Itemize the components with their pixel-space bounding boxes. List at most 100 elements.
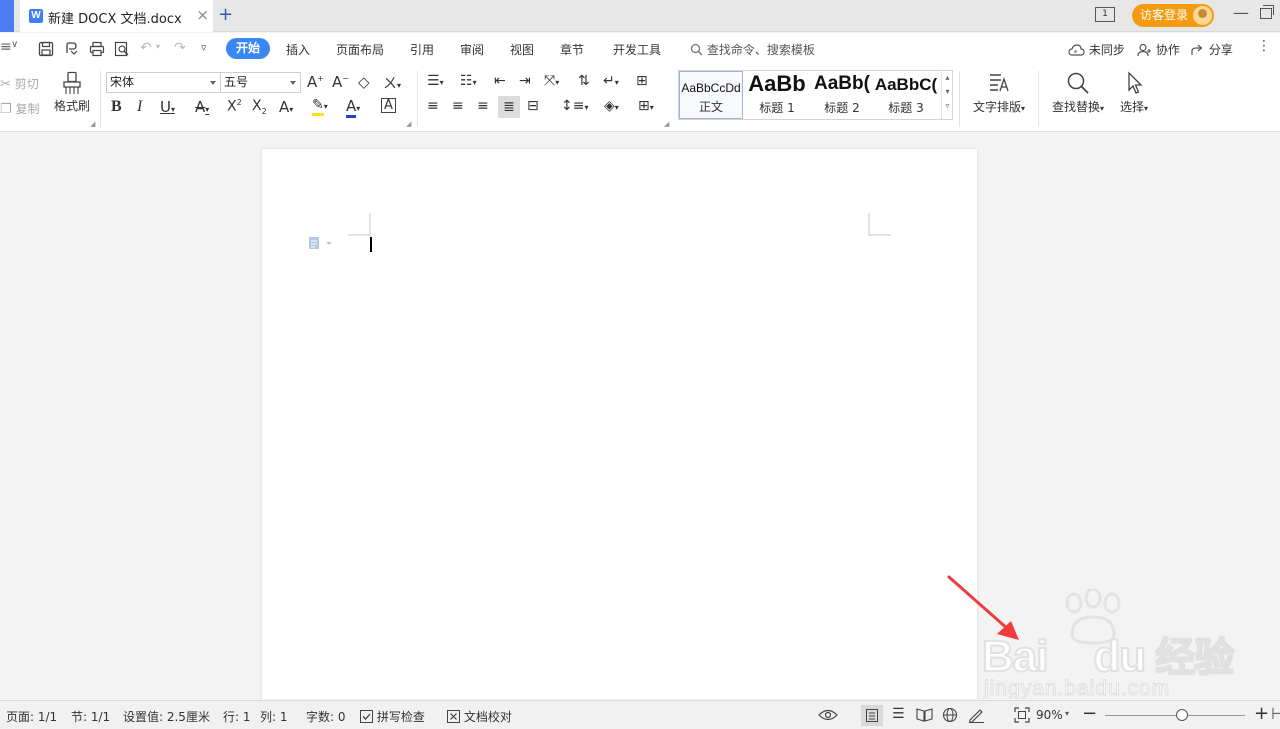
document-workspace[interactable]: Bai du 经验 jingyan.baidu.com — [0, 132, 1280, 699]
tab-section[interactable]: 章节 — [560, 41, 584, 58]
page-view-button[interactable] — [861, 705, 883, 726]
align-center-icon[interactable]: ≡ — [452, 98, 464, 114]
outline-view-icon[interactable]: ☰ — [892, 706, 905, 722]
distributed-align-icon[interactable]: ⊟ — [527, 98, 539, 114]
italic-icon[interactable]: I — [137, 98, 142, 116]
eye-protection-icon[interactable] — [818, 708, 838, 722]
select-button[interactable]: 选择▾ — [1114, 71, 1154, 115]
style-heading-3[interactable]: AaBbC( 标题 3 — [874, 71, 938, 119]
zoom-in-button[interactable]: + — [1254, 703, 1269, 724]
window-count-icon[interactable]: 1 — [1095, 7, 1115, 22]
show-hide-marks-icon[interactable]: ↵▾ — [603, 73, 619, 89]
zoom-dropdown-icon[interactable]: ▾ — [1065, 709, 1069, 718]
zoom-slider-thumb[interactable] — [1176, 709, 1188, 721]
copy-button[interactable]: ❐ 复制 — [0, 100, 40, 117]
web-view-icon[interactable] — [942, 707, 958, 723]
numbered-list-icon[interactable]: ☷▾ — [460, 73, 477, 89]
tab-developer[interactable]: 开发工具 — [613, 41, 661, 58]
decrease-indent-icon[interactable]: ⇤ — [494, 73, 506, 89]
command-search-input[interactable]: 查找命令、搜索模板 — [690, 41, 815, 58]
font-launcher-icon[interactable]: ◢ — [406, 120, 411, 128]
styles-scroll[interactable]: ▴ ▾ ▿ — [941, 71, 953, 119]
app-home-tab[interactable] — [0, 0, 14, 32]
highlight-icon[interactable]: ✎▾ — [312, 97, 328, 116]
doc-proof-button[interactable]: 文档校对 — [447, 708, 512, 725]
styles-scroll-up-icon[interactable]: ▴ — [942, 71, 953, 85]
increase-indent-icon[interactable]: ⇥ — [519, 73, 531, 89]
new-tab-button[interactable]: + — [218, 4, 234, 25]
phonetic-guide-icon[interactable]: ㄨ▾ — [383, 73, 401, 93]
text-layout-button[interactable]: 文字排版▾ — [968, 71, 1030, 115]
line-spacing-icon[interactable]: ↕≡▾ — [561, 98, 588, 114]
close-tab-icon[interactable]: × — [196, 6, 209, 24]
customize-quick-access-icon[interactable]: ▿ — [201, 41, 207, 54]
bold-icon[interactable]: B — [111, 98, 122, 116]
align-right-icon[interactable]: ≡ — [477, 98, 489, 114]
align-left-icon[interactable]: ≡ — [427, 98, 439, 114]
superscript-icon[interactable]: X2 — [227, 98, 242, 115]
character-border-icon[interactable]: A — [381, 98, 396, 113]
fit-page-icon[interactable] — [1014, 707, 1030, 723]
font-name-select[interactable]: 宋体 — [106, 72, 221, 93]
chevron-down-icon[interactable]: ∨ — [11, 39, 18, 50]
font-size-select[interactable]: 五号 — [220, 72, 301, 93]
clipboard-launcher-icon[interactable]: ◢ — [90, 120, 95, 128]
clear-format-icon[interactable]: ◇ — [358, 73, 370, 91]
strikethrough-icon[interactable]: A▾ — [195, 98, 209, 116]
tab-page-layout[interactable]: 页面布局 — [336, 41, 384, 58]
zoom-out-button[interactable]: − — [1082, 703, 1097, 724]
justify-icon[interactable]: ≣ — [498, 96, 520, 118]
write-mode-icon[interactable] — [968, 707, 985, 723]
print-icon[interactable] — [89, 41, 105, 57]
print-preview-icon[interactable] — [114, 41, 130, 57]
styles-expand-icon[interactable]: ▿ — [942, 99, 953, 113]
spell-check-button[interactable]: 拼写检查 — [360, 708, 425, 725]
bullet-list-icon[interactable]: ☰▾ — [427, 73, 444, 89]
find-replace-button[interactable]: 查找替换▾ — [1047, 71, 1109, 115]
share-button[interactable]: 分享 — [1190, 41, 1233, 58]
undo-icon[interactable]: ↶ — [140, 40, 152, 56]
cloud-output-icon[interactable] — [64, 41, 80, 57]
style-heading-1[interactable]: AaBb 标题 1 — [744, 71, 810, 119]
table-tabs-icon[interactable]: ⊞ — [636, 73, 648, 89]
text-effect-icon[interactable]: A▾ — [279, 98, 293, 116]
shrink-font-icon[interactable]: A− — [332, 73, 349, 91]
reading-view-icon[interactable] — [916, 708, 933, 722]
borders-icon[interactable]: ⊞▾ — [638, 98, 654, 114]
zoom-slider[interactable] — [1105, 709, 1245, 721]
more-options-icon[interactable]: ⋮ — [1257, 38, 1271, 54]
sync-button[interactable]: 未同步 — [1068, 41, 1125, 58]
format-painter-button[interactable]: 格式刷 — [52, 71, 92, 114]
underline-icon[interactable]: U▾ — [160, 98, 175, 116]
document-page[interactable] — [262, 149, 977, 699]
tab-view[interactable]: 视图 — [510, 41, 534, 58]
paragraph-options-icon[interactable] — [308, 235, 334, 251]
style-normal[interactable]: AaBbCcDd 正文 — [679, 71, 743, 119]
grow-font-icon[interactable]: A+ — [307, 73, 324, 91]
tab-insert[interactable]: 插入 — [286, 41, 310, 58]
restore-window-button[interactable] — [1260, 5, 1274, 19]
tab-references[interactable]: 引用 — [410, 41, 434, 58]
font-color-icon[interactable]: A▾ — [346, 97, 360, 118]
zoom-level[interactable]: 90% — [1036, 708, 1063, 722]
setting-value[interactable]: 设置值: 2.5厘米 — [123, 708, 210, 725]
cut-button[interactable]: ✂ 剪切 — [0, 75, 39, 92]
paragraph-launcher-icon[interactable]: ◢ — [664, 120, 669, 128]
collab-button[interactable]: 协作 — [1137, 41, 1180, 58]
guest-login-button[interactable]: 访客登录 — [1132, 4, 1214, 27]
chinese-layout-icon[interactable]: ⤧▾ — [544, 73, 559, 89]
minimize-window-button[interactable]: — — [1233, 3, 1249, 22]
page-count[interactable]: 页面: 1/1 — [6, 708, 57, 725]
save-icon[interactable] — [38, 41, 54, 57]
redo-icon[interactable]: ↷ — [174, 40, 186, 56]
section-count[interactable]: 节: 1/1 — [71, 708, 110, 725]
tab-start[interactable]: 开始 — [226, 38, 270, 59]
style-heading-2[interactable]: AaBb( 标题 2 — [810, 71, 874, 119]
document-tab[interactable]: W 新建 DOCX 文档.docx × — [20, 0, 213, 32]
menu-dropdown-icon[interactable]: ≡ — [0, 39, 12, 55]
status-more-icon[interactable]: ⊢ — [1271, 704, 1280, 723]
styles-scroll-down-icon[interactable]: ▾ — [942, 85, 953, 99]
sort-icon[interactable]: ⇅ — [578, 73, 590, 89]
tab-review[interactable]: 审阅 — [460, 41, 484, 58]
undo-dropdown-icon[interactable]: ▾ — [156, 42, 160, 51]
